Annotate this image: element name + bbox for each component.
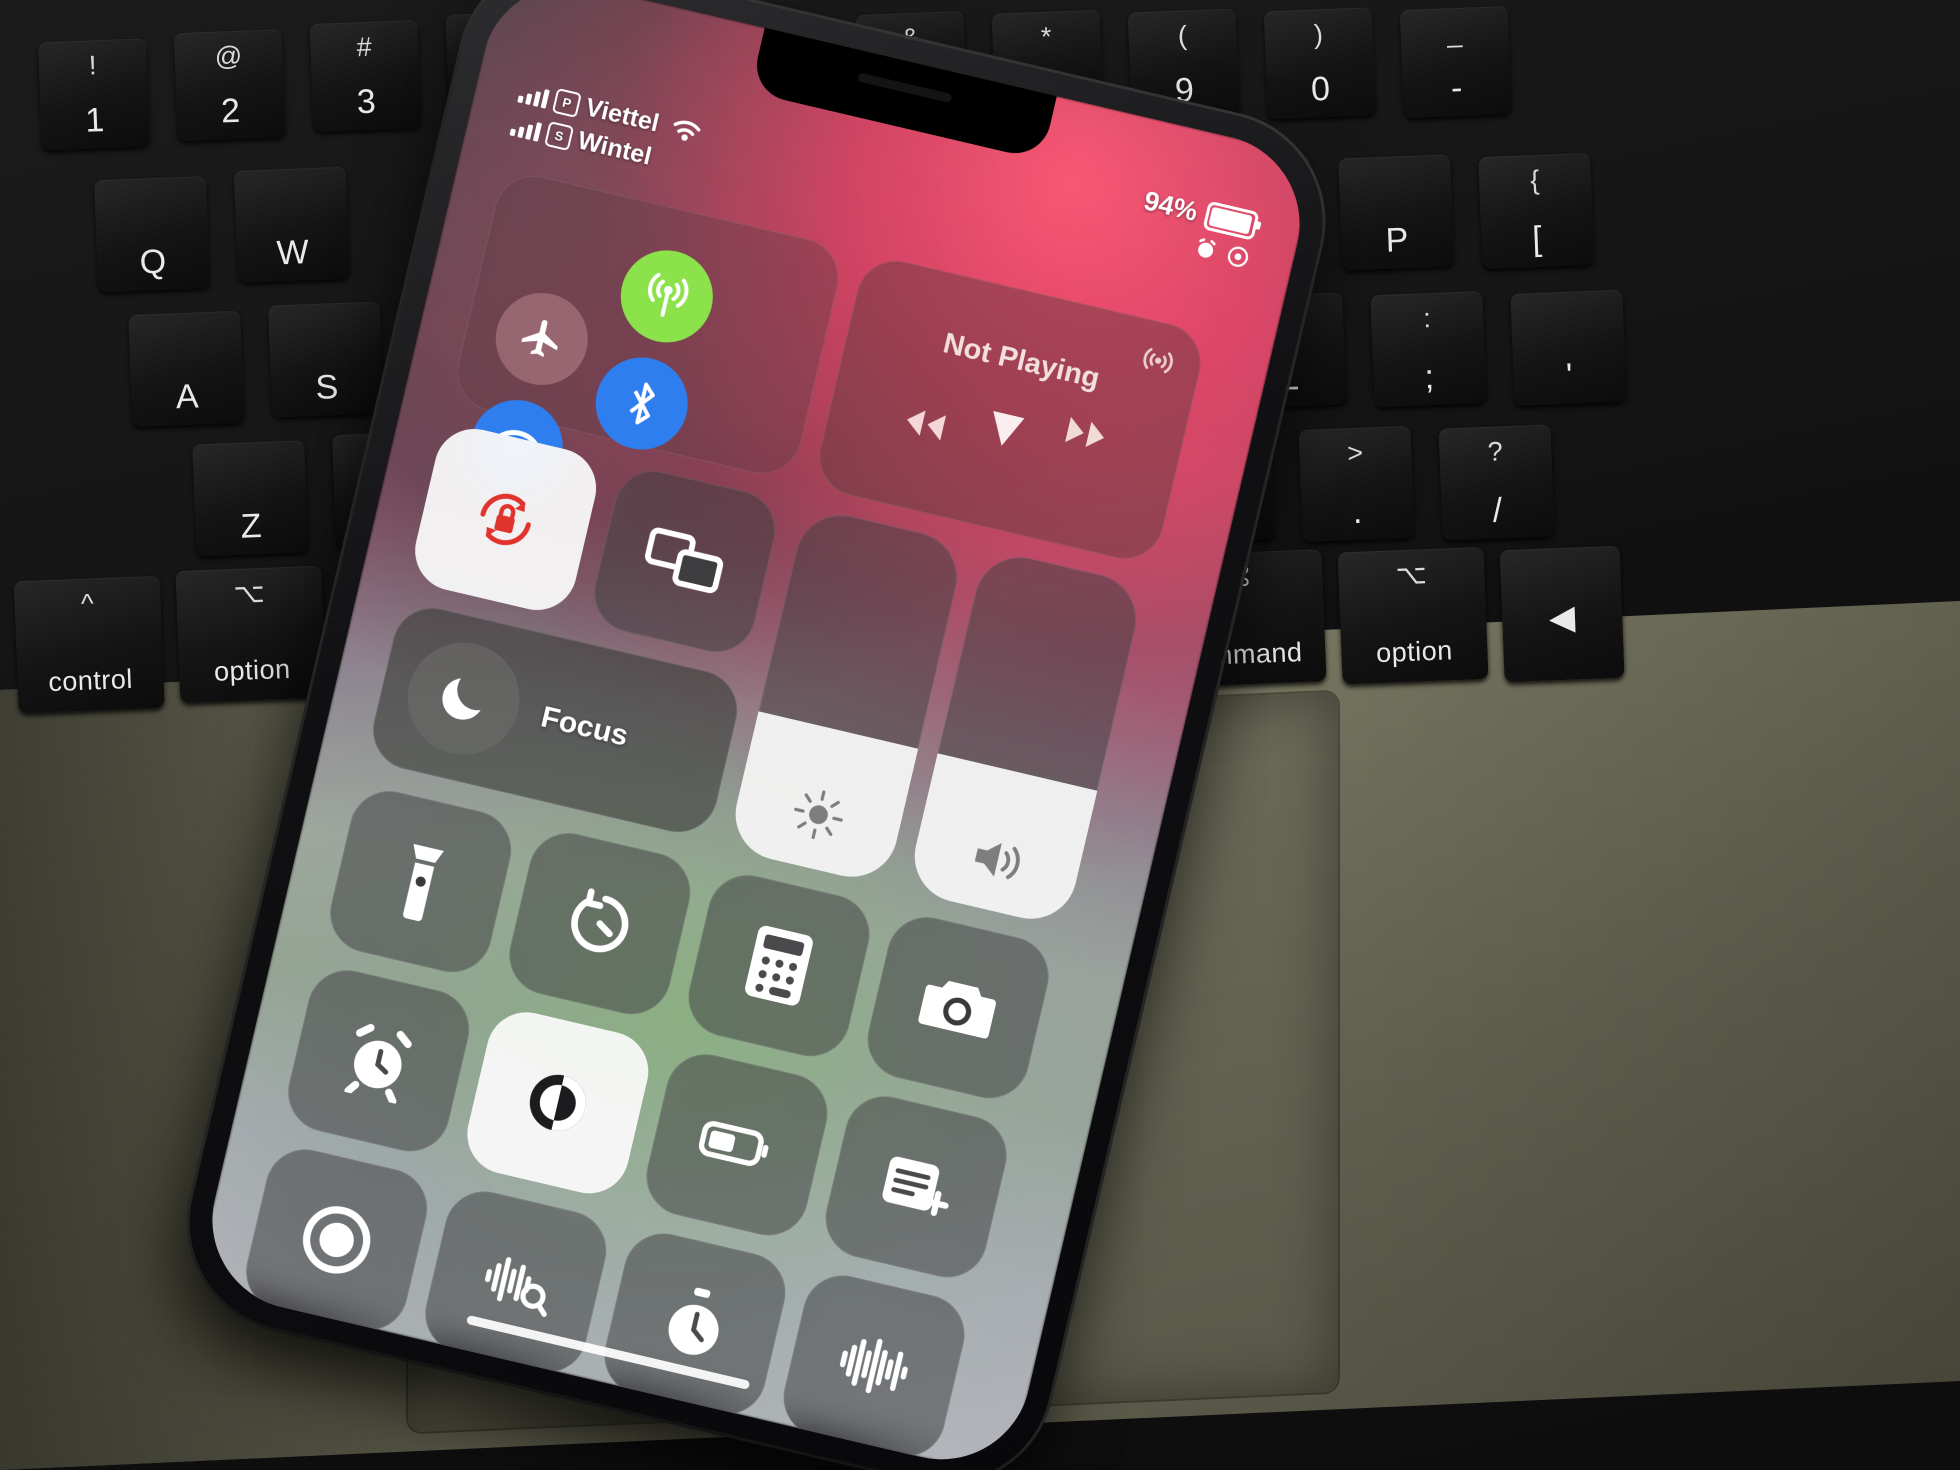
key-option-left-label: option xyxy=(213,653,292,687)
key-9-sub: ( xyxy=(1177,20,1188,51)
key-2[interactable]: @2 xyxy=(173,29,286,142)
option-left-glyph: ⌥ xyxy=(232,577,266,609)
key-3-main: 3 xyxy=(356,82,377,122)
airplay-icon[interactable] xyxy=(1138,339,1179,380)
key-0[interactable]: ) 0 xyxy=(1263,7,1376,120)
key-0-sub: ) xyxy=(1313,19,1324,50)
key-s[interactable]: S xyxy=(267,301,385,418)
key-minus[interactable]: _ - xyxy=(1399,6,1512,119)
key-8-sub: * xyxy=(1040,21,1053,52)
airplane-mode-toggle[interactable] xyxy=(486,283,598,395)
key-z[interactable]: Z xyxy=(192,440,309,557)
key-arrow-left[interactable]: ◀ xyxy=(1499,545,1625,683)
earpiece-speaker xyxy=(857,72,953,104)
key-minus-sub: _ xyxy=(1446,17,1464,49)
key-minus-main: - xyxy=(1450,68,1464,108)
key-period-sub: > xyxy=(1346,437,1365,469)
arrow-left-glyph: ◀ xyxy=(1548,598,1577,638)
alarm-icon xyxy=(1191,235,1220,264)
key-w-label: W xyxy=(275,233,310,273)
sim-badge-primary: P xyxy=(551,87,582,118)
location-icon xyxy=(1225,244,1251,270)
key-control-label: control xyxy=(47,663,134,698)
focus-label: Focus xyxy=(537,700,632,753)
wifi-icon xyxy=(666,114,705,147)
key-option-left[interactable]: ⌥ option xyxy=(175,565,327,704)
flashlight-toggle[interactable] xyxy=(322,783,520,981)
key-w[interactable]: W xyxy=(233,166,351,283)
alarm-app[interactable] xyxy=(280,962,478,1160)
signal-bars-icon xyxy=(517,82,550,109)
media-controls xyxy=(827,385,1177,498)
cellular-data-toggle[interactable] xyxy=(611,241,723,352)
key-control[interactable]: ^ control xyxy=(13,575,165,714)
key-0-main: 0 xyxy=(1310,69,1332,109)
key-q-label: Q xyxy=(139,242,168,282)
control-glyph: ^ xyxy=(80,588,95,619)
key-2-sub: @ xyxy=(214,40,244,72)
rotation-lock-toggle[interactable] xyxy=(407,420,605,619)
key-q[interactable]: Q xyxy=(94,176,211,293)
key-s-label: S xyxy=(314,368,340,407)
notes-app[interactable] xyxy=(817,1088,1015,1286)
fast-forward-button[interactable] xyxy=(1061,412,1114,456)
key-option-right-label: option xyxy=(1375,635,1454,669)
key-z-label: Z xyxy=(240,506,263,546)
key-1-sub: ! xyxy=(88,50,98,81)
rewind-button[interactable] xyxy=(898,402,951,446)
key-a[interactable]: A xyxy=(128,310,245,427)
screen-mirroring-toggle[interactable] xyxy=(586,462,784,661)
option-right-glyph: ⌥ xyxy=(1395,559,1428,591)
key-3[interactable]: #3 xyxy=(309,19,422,132)
low-power-mode-toggle[interactable] xyxy=(638,1046,836,1244)
bluetooth-toggle[interactable] xyxy=(586,348,698,459)
key-3-sub: # xyxy=(356,31,373,63)
camera-app[interactable] xyxy=(859,909,1057,1107)
dark-mode-toggle[interactable] xyxy=(459,1004,657,1202)
battery-percent-label: 94% xyxy=(1141,185,1201,227)
key-semicolon-sub: : xyxy=(1422,303,1432,334)
calculator-app[interactable] xyxy=(680,867,878,1065)
battery-icon xyxy=(1202,200,1260,241)
focus-toggle-knob[interactable] xyxy=(396,631,531,766)
key-2-main: 2 xyxy=(220,91,242,131)
screenshot-scene: !1 @2 #3 $4 %5 &7 *8 (9 )0 _- Q W U I O … xyxy=(0,0,1960,1470)
play-button[interactable] xyxy=(981,404,1030,456)
signal-bars-icon-secondary xyxy=(509,115,543,142)
key-1-main: 1 xyxy=(84,101,106,140)
key-slash-sub: ? xyxy=(1487,436,1504,467)
key-a-label: A xyxy=(175,377,200,417)
now-playing-title: Not Playing xyxy=(940,327,1103,395)
timer-toggle[interactable] xyxy=(501,825,699,1023)
sim-badge-secondary: S xyxy=(544,121,575,152)
key-option-right[interactable]: ⌥ option xyxy=(1337,546,1489,685)
key-1[interactable]: ! 1 xyxy=(38,38,151,151)
key-bracket-sub: { xyxy=(1529,164,1541,196)
